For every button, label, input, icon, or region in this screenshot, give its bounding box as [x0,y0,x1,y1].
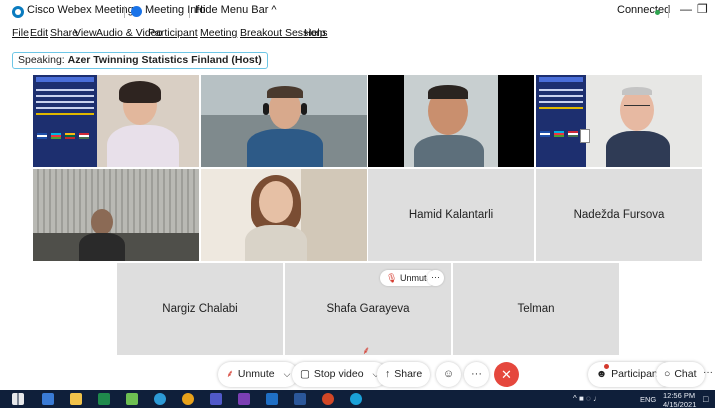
video-camera-icon: ▢ [300,368,310,380]
shared-slide-thumbnail [536,75,586,167]
edge-icon[interactable] [154,393,166,405]
participant-name: Nargiz Chalabi [162,303,238,315]
participant-name: Hamid Kalantarli [408,209,494,221]
more-options-button[interactable]: ··· [464,362,489,387]
menu-help[interactable]: Help [304,27,326,39]
shared-slide-thumbnail [33,75,97,167]
clock-time[interactable]: 12:56 PM [663,391,695,400]
participant-name: Shafa Garayeva [326,303,410,315]
notifications-icon[interactable]: □ [703,394,708,404]
reactions-button[interactable]: ☺ [436,362,461,387]
name-tile-hamid-kalantarli[interactable]: Hamid Kalantarli [368,169,534,261]
close-icon: ✕ [501,367,512,382]
tray-icons[interactable]: ^ ■ ◌ ♩ [573,394,601,403]
unmute-label: Unmute [237,368,275,380]
video-tile-host-slide[interactable] [33,75,199,167]
emoji-icon: ☺ [442,368,455,380]
word-icon[interactable] [294,393,306,405]
menu-view[interactable]: View [74,27,97,39]
share-button[interactable]: ↑ Share [377,362,431,387]
file-explorer-icon[interactable] [70,393,82,405]
name-tile-telman[interactable]: Telman [453,263,619,355]
task-view-icon[interactable] [42,393,54,405]
meeting-info-icon[interactable] [131,6,142,17]
title-bar: Cisco Webex Meetings Meeting Info Hide M… [0,0,715,26]
participant-name: Telman [517,303,555,315]
active-speaker-label: Speaking: Azer Twinning Statistics Finla… [12,52,268,69]
teams-icon[interactable] [210,393,222,405]
menu-bar: File Edit Share View Audio & Video Parti… [0,26,715,42]
video-tile-participant-5[interactable] [33,169,199,261]
menu-edit[interactable]: Edit [30,27,48,39]
chat-icon: ○ [664,368,671,380]
unmute-button[interactable]: ⸙ Unmute ⌵ [218,362,299,387]
stop-video-label: Stop video [313,368,364,380]
title-divider [189,6,190,18]
hide-menu-bar-button[interactable]: Hide Menu Bar ^ [195,4,277,16]
muted-mic-icon: ⸙ [362,345,371,357]
outlook-icon[interactable] [266,393,278,405]
minimize-button[interactable]: — [680,2,692,16]
muted-mic-icon: ⸙ [226,368,234,380]
video-tile-participant-6[interactable] [201,169,367,261]
webex-logo-icon [12,6,24,18]
menu-meeting[interactable]: Meeting [200,27,237,39]
language-indicator[interactable]: ENG [640,395,656,404]
clock-date[interactable]: 4/15/2021 [663,400,696,408]
speaking-prefix: Speaking: [18,54,65,66]
connected-dot-icon [655,10,660,15]
title-divider [124,6,125,18]
windows-start-icon[interactable] [12,393,24,405]
share-label: Share [394,368,423,380]
video-tile-participant-3[interactable] [368,75,534,167]
connection-status: Connected [617,4,671,16]
chat-button[interactable]: ○ Chat [656,362,705,387]
video-tile-participant-2[interactable] [201,75,367,167]
app-title: Cisco Webex Meetings [27,4,140,16]
notification-dot-icon [604,364,609,369]
name-tile-nadezda-fursova[interactable]: Nadežda Fursova [536,169,702,261]
windows-taskbar: ^ ■ ◌ ♩ ENG 12:56 PM 4/15/2021 □ [0,390,715,408]
more-button[interactable]: ··· [703,367,713,378]
leave-meeting-button[interactable]: ✕ [494,362,519,387]
menu-file[interactable]: File [12,27,29,39]
share-icon: ↑ [385,368,391,380]
stop-video-button[interactable]: ▢ Stop video ⌵ [292,362,388,387]
chevron-down-icon[interactable]: ⌵ [284,369,291,379]
name-tile-nargiz-chalabi[interactable]: Nargiz Chalabi [117,263,283,355]
onenote-icon[interactable] [238,393,250,405]
menu-participant[interactable]: Participant [148,27,198,39]
participant-name: Nadežda Fursova [573,209,665,221]
restore-button[interactable]: ❐ [697,2,708,16]
excel-icon[interactable] [98,393,110,405]
tile-more-button[interactable]: ··· [427,270,444,286]
powerpoint-icon[interactable] [322,393,334,405]
chat-label: Chat [674,368,697,380]
video-tile-participant-4[interactable] [536,75,702,167]
muted-mic-icon: 🎙︎ [386,273,398,283]
chrome-icon[interactable] [182,393,194,405]
calculator-icon[interactable] [126,393,138,405]
speaker-name: Azer Twinning Statistics Finland (Host) [67,54,262,66]
webex-taskbar-icon[interactable] [350,393,362,405]
title-divider [668,6,669,18]
